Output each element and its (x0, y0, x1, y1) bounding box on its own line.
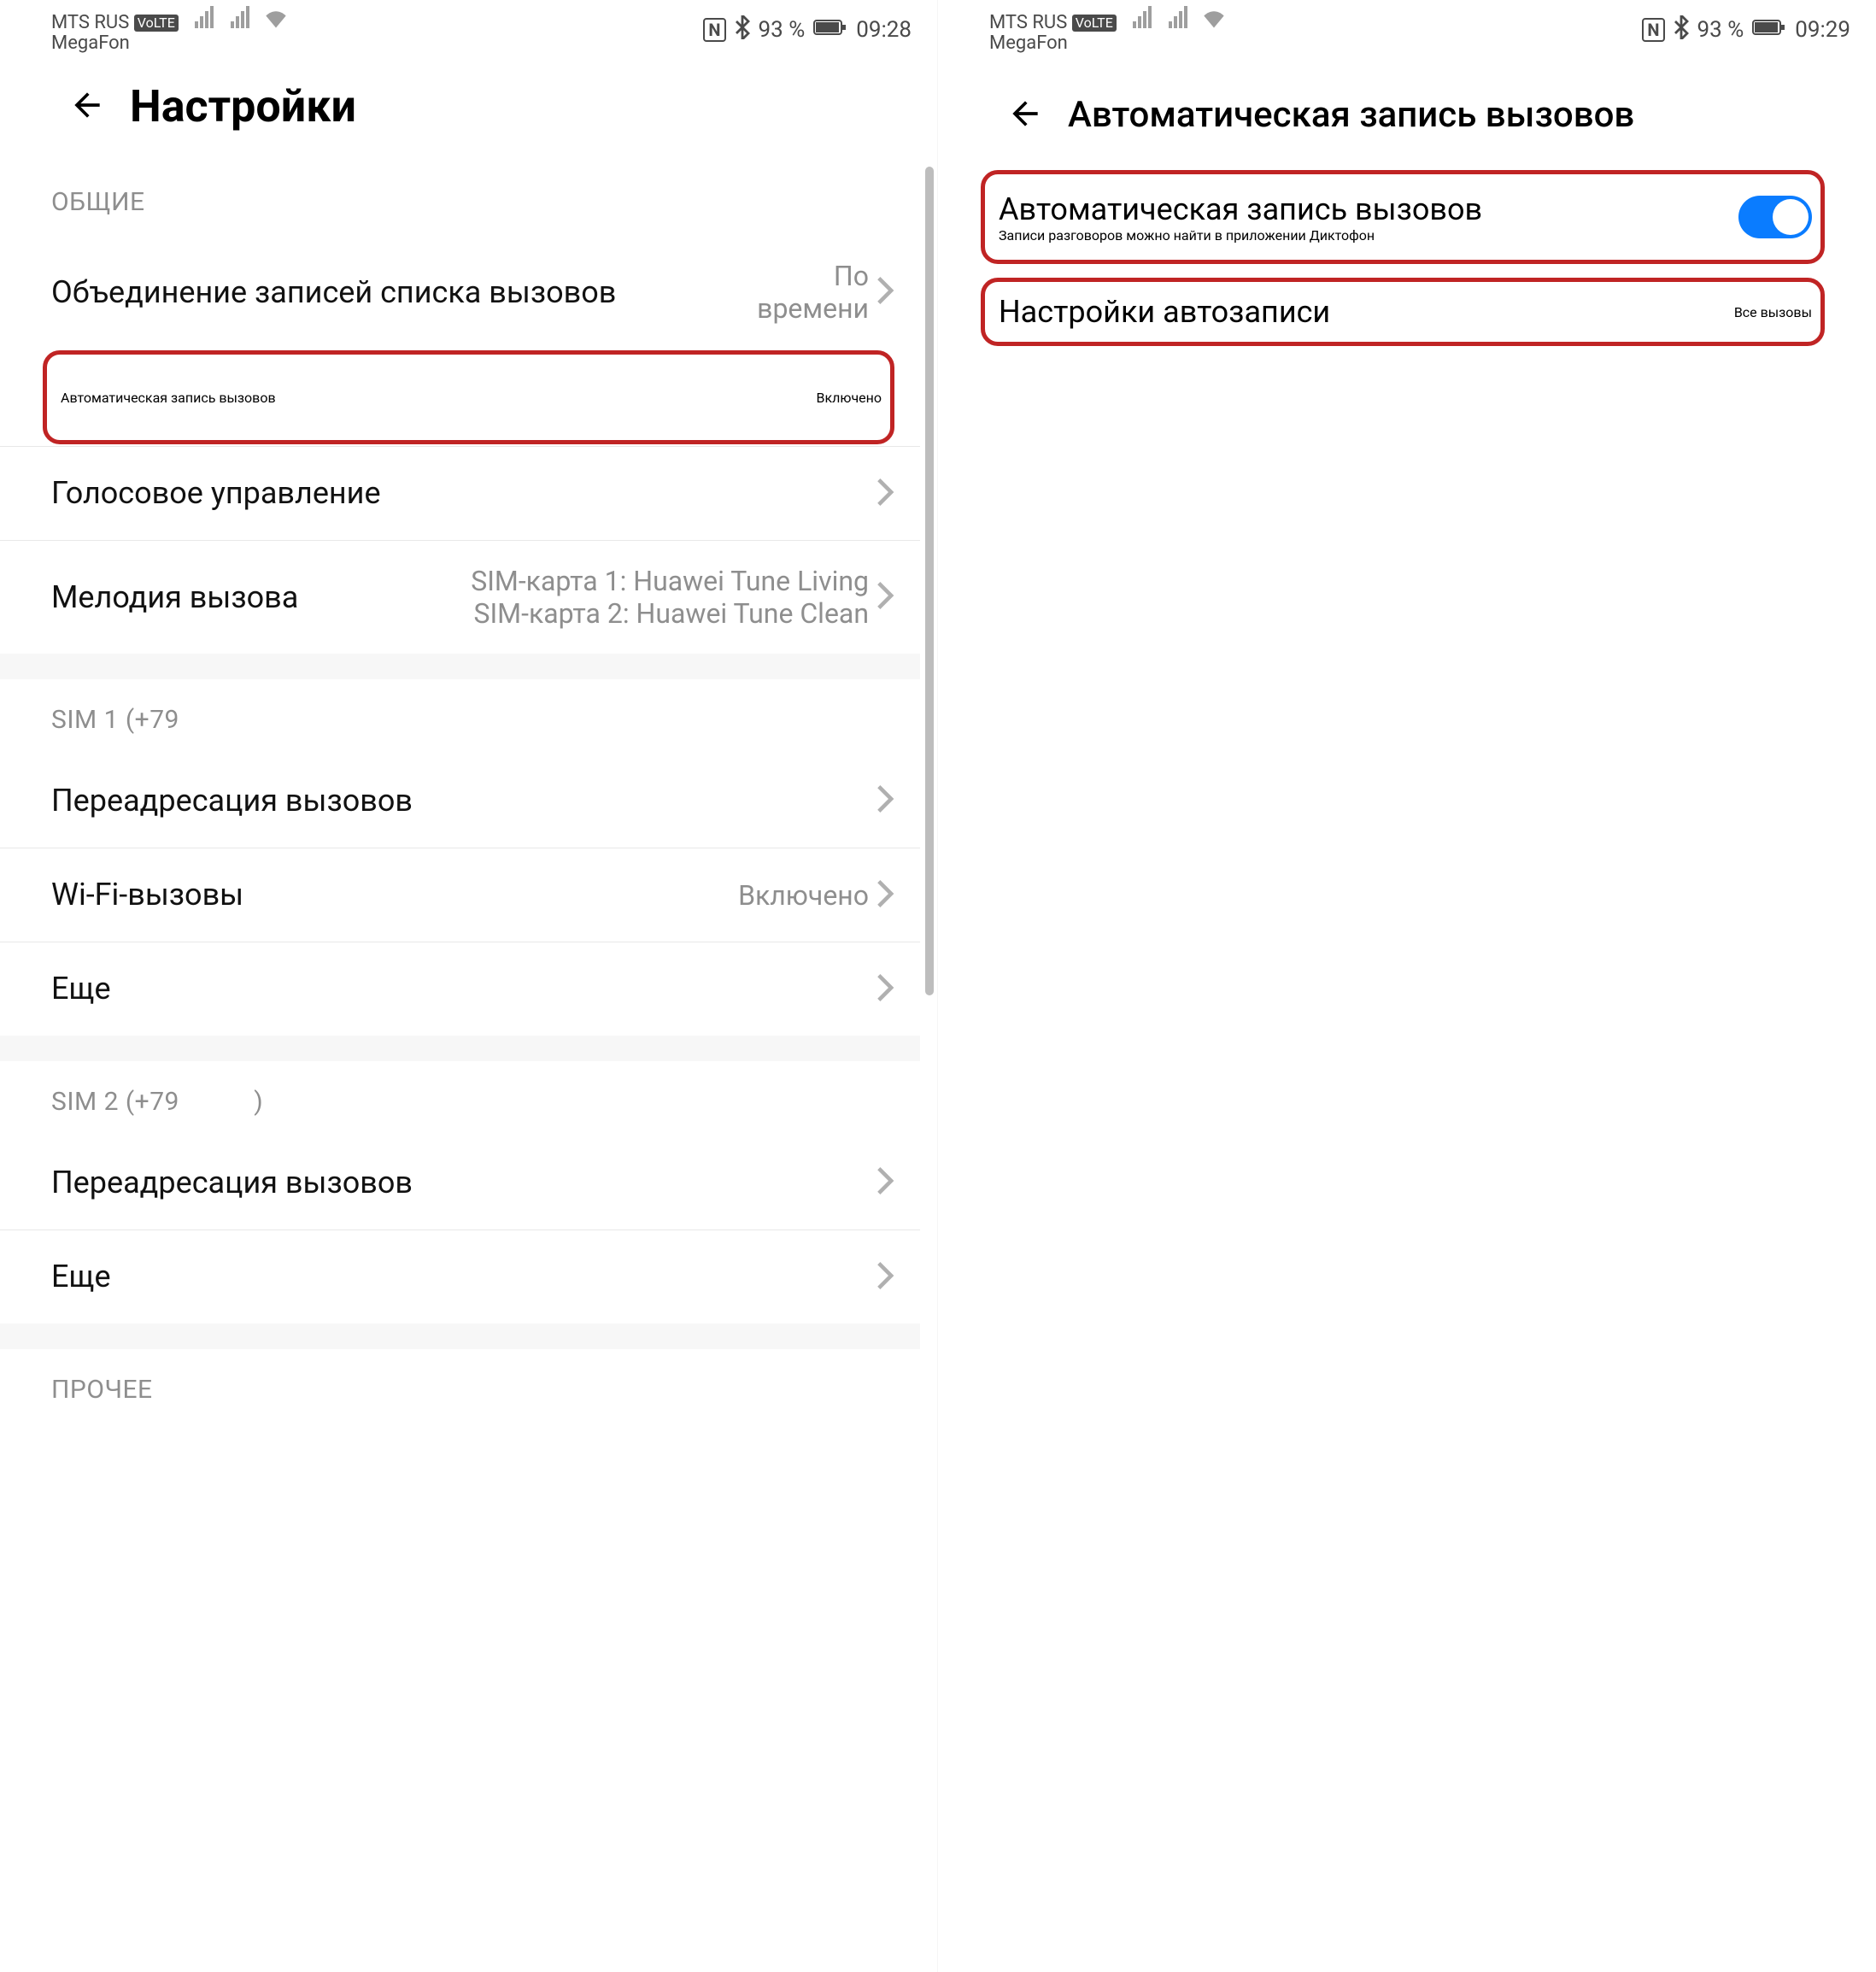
row-label: Настройки автозаписи (999, 294, 1734, 330)
bluetooth-icon (1674, 15, 1689, 45)
row-sim2-more[interactable]: Еще (0, 1230, 920, 1323)
chevron-right-icon (876, 1165, 894, 1200)
row-label: Автоматическая запись вызовов (61, 390, 817, 406)
row-label: Мелодия вызова (51, 578, 471, 617)
bluetooth-icon (735, 15, 750, 45)
carrier-name: MTS RUS (51, 12, 129, 33)
volte-badge: VoLTE (134, 15, 179, 32)
row-value: Включено (738, 879, 869, 912)
chevron-right-icon (876, 275, 894, 309)
chevron-right-icon (876, 784, 894, 818)
carrier-sub: MegaFon (989, 33, 1226, 54)
back-button[interactable] (1006, 95, 1044, 136)
row-label: Переадресация вызовов (51, 1164, 869, 1202)
row-value-line2: времени (757, 292, 869, 325)
wifi-icon (264, 12, 288, 33)
chevron-right-icon (876, 1260, 894, 1294)
signal-icon-1 (1133, 6, 1152, 28)
toggle-switch[interactable] (1738, 196, 1812, 238)
phone-screen-auto-recording: MTS RUS VoLTE MegaFon N 93 % 09:29 (938, 0, 1876, 1972)
row-ringtone[interactable]: Мелодия вызова SIM-карта 1: Huawei Tune … (0, 540, 920, 654)
row-merge-call-logs[interactable]: Объединение записей списка вызовов По вр… (0, 236, 920, 349)
section-header-other: ПРОЧЕЕ (0, 1349, 920, 1423)
toggle-title: Автоматическая запись вызовов (999, 191, 1738, 227)
row-label: Переадресация вызовов (51, 782, 869, 820)
row-sim1-wifi-calling[interactable]: Wi-Fi-вызовы Включено (0, 848, 920, 942)
row-sim1-more[interactable]: Еще (0, 942, 920, 1036)
battery-pct: 93 % (1697, 17, 1744, 43)
carrier-sub: MegaFon (51, 33, 288, 54)
page-title: Настройки (130, 80, 356, 132)
clock: 09:29 (1795, 17, 1850, 43)
section-header-general: ОБЩИЕ (0, 161, 920, 236)
battery-icon (813, 17, 847, 43)
row-label: Еще (51, 970, 869, 1008)
row-value-sim2: SIM-карта 2: Huawei Tune Clean (473, 597, 869, 630)
row-label: Еще (51, 1258, 869, 1296)
status-bar: MTS RUS VoLTE MegaFon N 93 % 09:28 (0, 0, 937, 60)
row-label: Голосовое управление (51, 474, 869, 513)
battery-pct: 93 % (759, 17, 806, 43)
section-header-sim2: SIM 2 (+79 ) (0, 1061, 920, 1136)
signal-icon-2 (231, 6, 249, 28)
clock: 09:28 (856, 17, 912, 43)
row-value-sim1: SIM-карта 1: Huawei Tune Living (471, 565, 869, 597)
battery-icon (1752, 17, 1786, 43)
phone-screen-settings: MTS RUS VoLTE MegaFon N 93 % 09:28 (0, 0, 938, 1972)
volte-badge: VoLTE (1072, 15, 1117, 32)
row-sim1-call-forwarding[interactable]: Переадресация вызовов (0, 754, 920, 848)
row-label: Wi-Fi-вызовы (51, 876, 738, 914)
page-title: Автоматическая запись вызовов (1068, 94, 1634, 136)
nfc-icon: N (703, 18, 725, 42)
back-button[interactable] (68, 86, 106, 127)
scrollbar[interactable] (925, 167, 934, 995)
row-value-line1: По (834, 260, 869, 292)
nfc-icon: N (1642, 18, 1664, 42)
row-auto-recording-toggle[interactable]: Автоматическая запись вызовов Записи раз… (981, 170, 1825, 264)
chevron-right-icon (876, 580, 894, 614)
row-autorecord-settings[interactable]: Настройки автозаписи Все вызовы (981, 278, 1825, 346)
carrier-name: MTS RUS (989, 12, 1067, 33)
chevron-right-icon (876, 477, 894, 511)
row-voice-control[interactable]: Голосовое управление (0, 446, 920, 540)
header: Настройки (0, 60, 937, 161)
row-value: Все вызовы (1734, 304, 1812, 320)
row-sim2-call-forwarding[interactable]: Переадресация вызовов (0, 1136, 920, 1230)
row-auto-call-recording[interactable]: Автоматическая запись вызовов Включено (43, 350, 894, 444)
signal-icon-1 (195, 6, 214, 28)
header: Автоматическая запись вызовов (938, 60, 1876, 170)
toggle-desc: Записи разговоров можно найти в приложен… (999, 227, 1738, 244)
row-label: Объединение записей списка вызовов (51, 273, 757, 312)
status-bar: MTS RUS VoLTE MegaFon N 93 % 09:29 (938, 0, 1876, 60)
settings-scroll-area[interactable]: ОБЩИЕ Объединение записей списка вызовов… (0, 161, 937, 1423)
wifi-icon (1202, 12, 1226, 33)
section-header-sim1: SIM 1 (+79 ) (0, 679, 920, 754)
chevron-right-icon (876, 878, 894, 913)
signal-icon-2 (1169, 6, 1187, 28)
chevron-right-icon (876, 972, 894, 1007)
row-value: Включено (817, 390, 882, 406)
